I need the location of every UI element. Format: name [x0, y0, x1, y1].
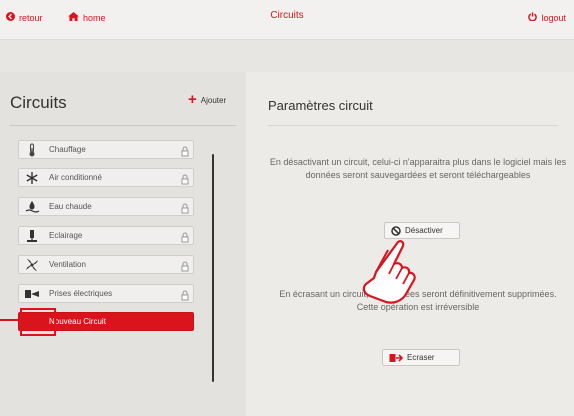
- overwrite-label: Ecraser: [407, 353, 435, 362]
- new-circuit-label: Nouveau Circuit: [49, 317, 106, 326]
- lock-icon: [181, 230, 189, 243]
- thermometer-icon: [23, 141, 41, 158]
- annotation-pointer-line: [0, 319, 20, 321]
- circuit-label: Eau chaude: [49, 202, 92, 211]
- deactivate-label: Désactiver: [405, 226, 443, 235]
- annotation-highlight-box: [20, 308, 56, 336]
- deactivate-button[interactable]: Désactiver: [384, 222, 460, 239]
- tap-hand-icon: [352, 238, 428, 308]
- circuit-item-eclairage[interactable]: Eclairage: [18, 226, 194, 245]
- add-label: Ajouter: [200, 95, 227, 105]
- circuit-item-chauffage[interactable]: Chauffage: [18, 140, 194, 159]
- circuit-label: Air conditionné: [49, 173, 102, 182]
- deactivate-description: En désactivant un circuit, celui-ci n'ap…: [269, 157, 567, 180]
- prohibited-icon: [391, 225, 401, 236]
- lock-icon: [181, 172, 189, 185]
- logout-button[interactable]: logout: [528, 12, 566, 23]
- lock-icon: [181, 288, 189, 301]
- water-drop-icon: [23, 198, 41, 215]
- circuit-label: Eclairage: [49, 231, 83, 240]
- circuit-label: Ventilation: [49, 260, 86, 269]
- lamp-icon: [23, 227, 41, 244]
- overwrite-icon: [389, 353, 403, 363]
- circuit-item-prises-electriques[interactable]: Prises électriques: [18, 284, 194, 303]
- circuit-label: Chauffage: [49, 145, 86, 154]
- page-title: Circuits: [270, 10, 304, 21]
- overwrite-button[interactable]: Ecraser: [382, 349, 460, 366]
- lock-icon: [181, 259, 189, 272]
- circuit-item-ventilation[interactable]: Ventilation: [18, 255, 194, 274]
- snowflake-icon: [23, 169, 41, 186]
- circuits-heading: Circuits: [10, 93, 67, 112]
- circuit-item-eau-chaude[interactable]: Eau chaude: [18, 197, 194, 216]
- settings-heading: Paramètres circuit: [268, 98, 373, 113]
- divider: [10, 125, 236, 126]
- power-icon: [528, 12, 538, 23]
- lock-icon: [181, 144, 189, 157]
- list-scrollbar[interactable]: [212, 154, 214, 382]
- logout-label: logout: [541, 12, 566, 23]
- divider: [268, 125, 558, 126]
- top-bar: retour home Circuits logout: [0, 0, 574, 40]
- circuit-item-air-conditionne[interactable]: Air conditionné: [18, 168, 194, 187]
- plus-icon: +: [188, 91, 197, 108]
- circuit-label: Prises électriques: [49, 289, 113, 298]
- lock-icon: [181, 201, 189, 214]
- plug-icon: [23, 285, 41, 302]
- add-circuit-button[interactable]: + Ajouter: [188, 91, 227, 108]
- fan-icon: [23, 256, 41, 273]
